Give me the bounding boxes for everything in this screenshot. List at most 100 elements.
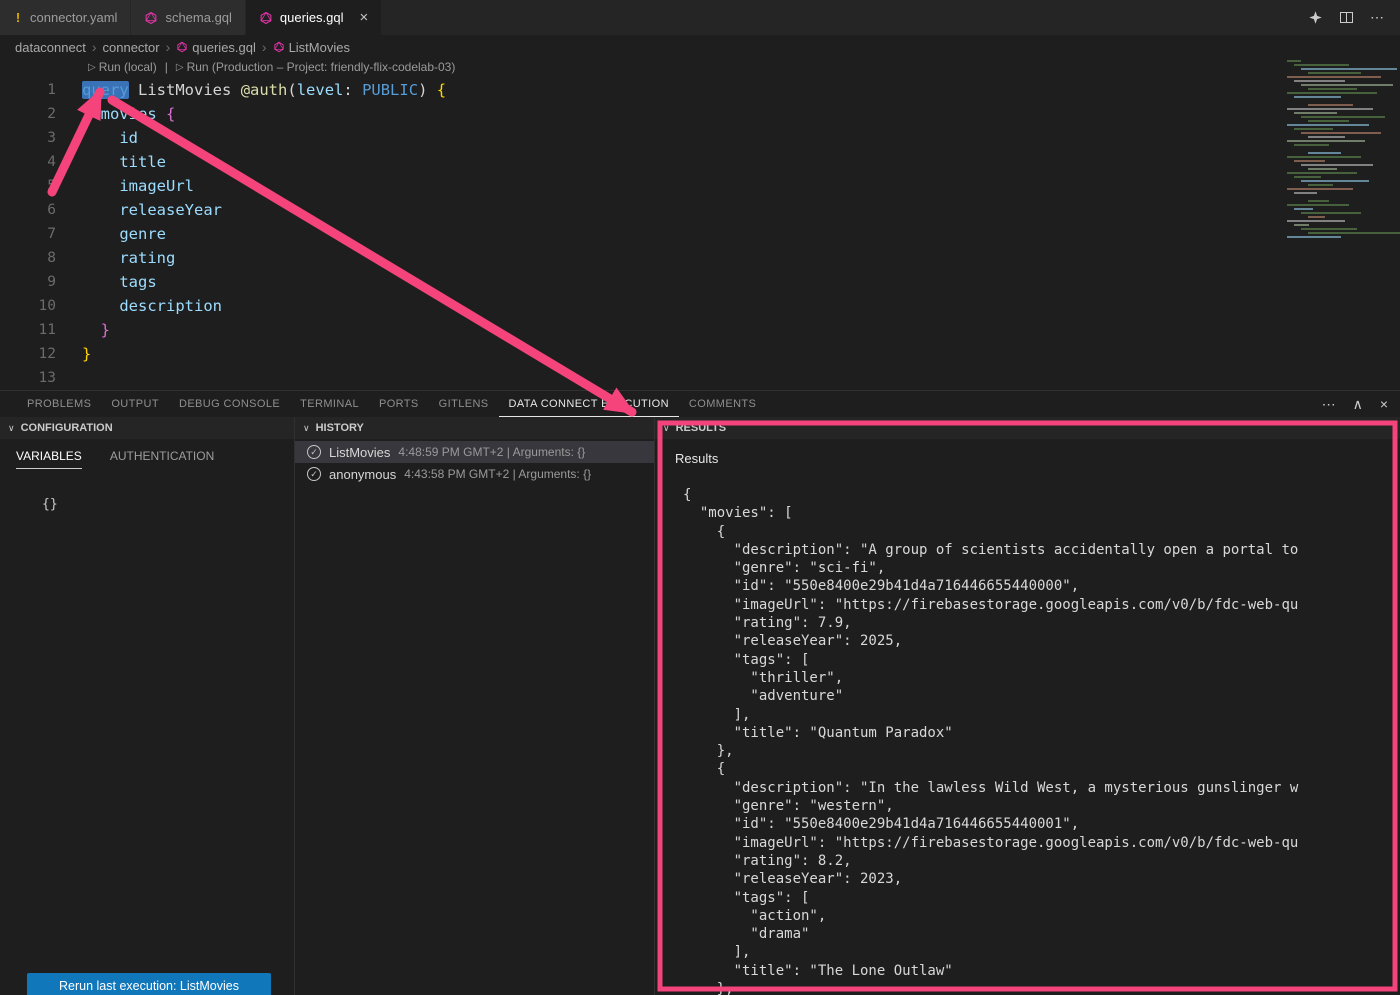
editor-tab-bar: ! connector.yaml schema.gql queries.gql …	[0, 0, 1400, 35]
results-label: Results	[675, 451, 1400, 466]
minimap[interactable]	[1283, 60, 1400, 240]
tab-queries-gql[interactable]: queries.gql ×	[246, 0, 382, 35]
code-line-11[interactable]: 11 }	[0, 318, 446, 342]
code-line-9[interactable]: 9 tags	[0, 270, 446, 294]
line-number: 3	[0, 126, 56, 150]
history-list: ✓ ListMovies 4:48:59 PM GMT+2 | Arguments:…	[295, 439, 654, 485]
tab-schema-gql[interactable]: schema.gql	[131, 0, 245, 35]
configuration-subtabs: VARIABLES AUTHENTICATION	[0, 439, 294, 469]
results-json[interactable]: { "movies": [ { "description": "A group …	[655, 486, 1400, 995]
panel-body: ∨ CONFIGURATION VARIABLES AUTHENTICATION…	[0, 417, 1400, 995]
run-icon: ▷	[176, 62, 184, 73]
tab-connector-yaml[interactable]: ! connector.yaml	[0, 0, 131, 35]
history-header[interactable]: ∨ HISTORY	[295, 417, 654, 439]
results-title: RESULTS	[676, 422, 727, 434]
panel-tab-data-connect-execution[interactable]: DATA CONNECT EXECUTION	[499, 391, 679, 417]
line-content: id	[82, 126, 138, 150]
run-production-link[interactable]: ▷ Run (Production – Project: friendly-fl…	[176, 60, 456, 74]
line-content: title	[82, 150, 166, 174]
panel-tab-problems[interactable]: PROBLEMS	[17, 391, 101, 417]
more-actions-icon[interactable]: ⋯	[1370, 9, 1384, 26]
copilot-sparkle-icon[interactable]	[1308, 10, 1323, 25]
run-local-link[interactable]: ▷ Run (local)	[88, 60, 157, 74]
code-line-6[interactable]: 6 releaseYear	[0, 198, 446, 222]
breadcrumb-item-listmovies[interactable]: ListMovies	[273, 40, 350, 55]
breadcrumb-item-connector[interactable]: connector	[103, 40, 160, 55]
panel-actions: ⋯ ∧ ×	[1322, 391, 1388, 417]
variables-value[interactable]: {}	[42, 497, 294, 512]
code-line-1[interactable]: 1 query ListMovies @auth(level: PUBLIC) {	[0, 78, 446, 102]
line-content: }	[82, 342, 91, 366]
panel-tab-gitlens[interactable]: GITLENS	[429, 391, 499, 417]
line-content: releaseYear	[82, 198, 222, 222]
configuration-header[interactable]: ∨ CONFIGURATION	[0, 417, 294, 439]
panel-tab-terminal[interactable]: TERMINAL	[290, 391, 369, 417]
rerun-button[interactable]: Rerun last execution: ListMovies	[27, 973, 271, 995]
line-number: 5	[0, 174, 56, 198]
run-local-label: Run (local)	[99, 60, 157, 74]
tab-label: connector.yaml	[30, 10, 117, 25]
panel-tab-bar: PROBLEMSOUTPUTDEBUG CONSOLETERMINALPORTS…	[0, 391, 1400, 417]
chevron-down-icon: ∨	[663, 423, 670, 434]
history-entry-name: ListMovies	[329, 445, 390, 460]
line-number: 10	[0, 294, 56, 318]
code-line-10[interactable]: 10 description	[0, 294, 446, 318]
warning-icon: !	[13, 10, 23, 25]
results-header[interactable]: ∨ RESULTS	[655, 417, 1400, 439]
run-production-label: Run (Production – Project: friendly-flix…	[187, 60, 456, 74]
panel-tab-comments[interactable]: COMMENTS	[679, 391, 766, 417]
breadcrumb-separator: ›	[166, 39, 171, 55]
code-line-2[interactable]: 2 movies {	[0, 102, 446, 126]
line-number: 2	[0, 102, 56, 126]
close-icon[interactable]: ×	[360, 10, 369, 25]
line-content: genre	[82, 222, 166, 246]
tab-authentication[interactable]: AUTHENTICATION	[110, 449, 214, 469]
history-pane: ∨ HISTORY ✓ ListMovies 4:48:59 PM GMT+2 | …	[295, 417, 655, 995]
history-entry-meta: 4:48:59 PM GMT+2 | Arguments: {}	[398, 445, 585, 459]
graphql-icon	[176, 41, 188, 53]
line-number: 8	[0, 246, 56, 270]
line-number: 1	[0, 78, 56, 102]
breadcrumb-separator: ›	[92, 39, 97, 55]
line-content: }	[82, 318, 110, 342]
breadcrumb-item-dataconnect[interactable]: dataconnect	[15, 40, 86, 55]
line-content: movies {	[82, 102, 175, 126]
line-number: 13	[0, 366, 56, 390]
vscode-window: ! connector.yaml schema.gql queries.gql …	[0, 0, 1400, 995]
graphql-icon	[144, 11, 158, 25]
panel-tab-ports[interactable]: PORTS	[369, 391, 429, 417]
tab-variables[interactable]: VARIABLES	[16, 449, 82, 469]
code-line-4[interactable]: 4 title	[0, 150, 446, 174]
code-editor[interactable]: ▷ Run (local) | ▷ Run (Production – Proj…	[0, 58, 1400, 390]
panel-tab-output[interactable]: OUTPUT	[101, 391, 169, 417]
line-number: 11	[0, 318, 56, 342]
history-row-anonymous[interactable]: ✓anonymous4:43:58 PM GMT+2 | Arguments: …	[295, 463, 654, 485]
panel-maximize-icon[interactable]: ∧	[1353, 396, 1363, 413]
codelens-divider: |	[165, 60, 168, 74]
code-line-12[interactable]: 12}	[0, 342, 446, 366]
history-entry-meta: 4:43:58 PM GMT+2 | Arguments: {}	[404, 467, 591, 481]
panel-close-icon[interactable]: ×	[1380, 396, 1388, 412]
history-row-listmovies[interactable]: ✓ ListMovies 4:48:59 PM GMT+2 | Arguments:…	[295, 441, 654, 463]
code-line-5[interactable]: 5 imageUrl	[0, 174, 446, 198]
line-content: description	[82, 294, 222, 318]
panel-more-icon[interactable]: ⋯	[1322, 396, 1336, 413]
history-title: HISTORY	[316, 422, 364, 434]
line-number: 6	[0, 198, 56, 222]
editor-actions: ⋯	[1308, 0, 1400, 35]
code-line-8[interactable]: 8 rating	[0, 246, 446, 270]
code-line-3[interactable]: 3 id	[0, 126, 446, 150]
panel-tab-debug-console[interactable]: DEBUG CONSOLE	[169, 391, 290, 417]
code-line-7[interactable]: 7 genre	[0, 222, 446, 246]
split-editor-icon[interactable]	[1340, 12, 1353, 23]
line-content: tags	[82, 270, 157, 294]
check-icon: ✓	[307, 445, 321, 459]
chevron-down-icon: ∨	[8, 423, 15, 434]
code-line-13[interactable]: 13	[0, 366, 446, 390]
line-number: 9	[0, 270, 56, 294]
line-content: rating	[82, 246, 175, 270]
breadcrumb-item-queries-gql[interactable]: queries.gql	[176, 40, 256, 55]
graphql-icon	[273, 41, 285, 53]
line-content: query ListMovies @auth(level: PUBLIC) {	[82, 78, 446, 102]
bottom-panel: PROBLEMSOUTPUTDEBUG CONSOLETERMINALPORTS…	[0, 390, 1400, 995]
